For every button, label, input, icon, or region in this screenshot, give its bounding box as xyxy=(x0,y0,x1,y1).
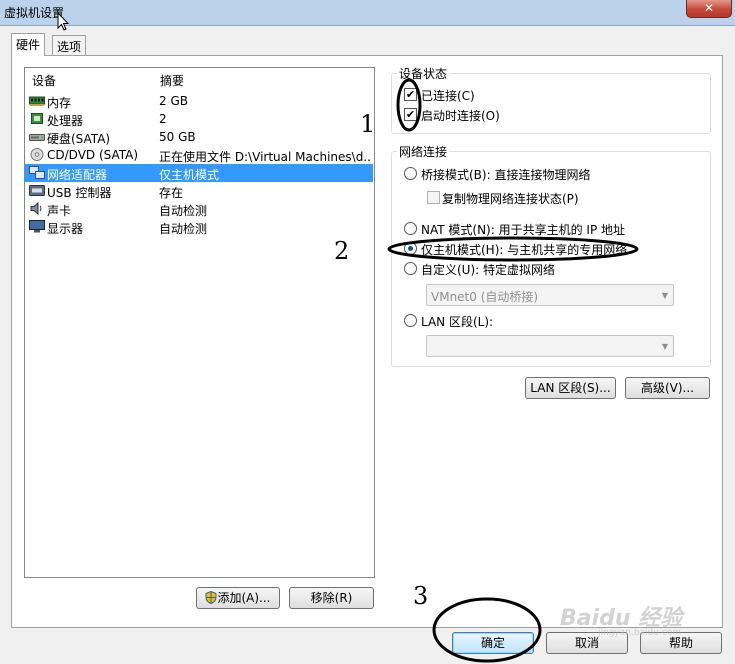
mouse-cursor-icon xyxy=(57,12,69,31)
network-adapter-icon xyxy=(29,166,45,179)
device-summary: 2 GB xyxy=(159,94,188,108)
lan-segment-label[interactable]: LAN 区段(L): xyxy=(421,313,493,330)
shield-icon xyxy=(205,590,217,605)
device-summary: 自动检测 xyxy=(159,204,208,218)
cd-dvd-icon xyxy=(30,148,44,161)
device-name: 硬盘(SATA) xyxy=(47,132,111,146)
device-summary: 自动检测 xyxy=(159,222,208,236)
lan-segment-select[interactable]: ▼ xyxy=(426,335,674,357)
device-name: 显示器 xyxy=(47,222,84,236)
device-status-legend: 设备状态 xyxy=(397,65,450,82)
custom-label[interactable]: 自定义(U): 特定虚拟网络 xyxy=(421,261,555,278)
bridged-radio[interactable] xyxy=(404,167,417,180)
device-row-memory[interactable]: 内存 2 GB xyxy=(25,92,373,110)
checkmark-icon: ✔ xyxy=(405,88,416,101)
device-name: 处理器 xyxy=(47,114,84,128)
lan-segment-radio[interactable] xyxy=(404,314,417,327)
device-name: 网络适配器 xyxy=(47,168,108,182)
custom-network-select[interactable]: VMnet0 (自动桥接) ▼ xyxy=(426,284,674,306)
device-summary: 正在使用文件 D:\Virtual Machines\d... xyxy=(159,150,371,164)
custom-radio[interactable] xyxy=(404,262,417,275)
column-header-summary[interactable]: 摘要 xyxy=(160,72,184,89)
device-name: USB 控制器 xyxy=(47,186,112,200)
device-name: 内存 xyxy=(47,96,72,110)
column-header-device[interactable]: 设备 xyxy=(32,72,56,89)
device-name: CD/DVD (SATA) xyxy=(47,148,139,162)
processor-icon xyxy=(31,113,43,124)
checkmark-icon: ✔ xyxy=(405,108,416,121)
device-summary: 存在 xyxy=(159,186,184,200)
device-row-sound-card[interactable]: 声卡 自动检测 xyxy=(25,200,373,218)
sound-card-icon xyxy=(30,202,42,215)
host-only-label[interactable]: 仅主机模式(H): 与主机共享的专用网络 xyxy=(421,241,627,258)
close-button[interactable]: ✕ xyxy=(686,0,732,18)
radio-selected-dot xyxy=(408,246,413,251)
nat-radio[interactable] xyxy=(404,222,417,235)
connect-at-power-on-checkbox[interactable]: ✔ xyxy=(404,108,417,121)
dropdown-arrow-icon: ▼ xyxy=(661,342,668,351)
connect-at-power-on-label[interactable]: 启动时连接(O) xyxy=(421,107,500,124)
annotation-number-2: 2 xyxy=(334,237,350,265)
device-row-harddisk[interactable]: 硬盘(SATA) 50 GB xyxy=(25,128,373,146)
device-summary: 50 GB xyxy=(159,130,196,144)
close-icon: ✕ xyxy=(703,1,715,15)
harddisk-icon xyxy=(29,134,45,141)
annotation-number-1: 1 xyxy=(360,110,376,138)
device-row-cd-dvd[interactable]: CD/DVD (SATA) 正在使用文件 D:\Virtual Machines… xyxy=(25,146,373,164)
annotation-number-3: 3 xyxy=(413,582,429,610)
nat-label[interactable]: NAT 模式(N): 用于共享主机的 IP 地址 xyxy=(421,221,625,238)
tab-hardware[interactable]: 硬件 xyxy=(11,33,46,56)
custom-network-value: VMnet0 (自动桥接) xyxy=(431,290,539,304)
window-title: 虚拟机设置 xyxy=(4,6,65,20)
connected-checkbox[interactable]: ✔ xyxy=(404,88,417,101)
device-name: 声卡 xyxy=(47,204,72,218)
display-icon xyxy=(29,220,45,233)
tab-options[interactable]: 选项 xyxy=(52,35,87,55)
add-button-label: 添加(A)... xyxy=(217,591,271,605)
lan-segments-button[interactable]: LAN 区段(S)... xyxy=(525,377,616,399)
dropdown-arrow-icon: ▼ xyxy=(661,291,668,300)
ok-button[interactable]: 确定 xyxy=(452,632,534,654)
device-summary: 仅主机模式 xyxy=(159,168,220,182)
device-summary: 2 xyxy=(159,112,167,126)
title-bar xyxy=(0,0,735,26)
connected-label[interactable]: 已连接(C) xyxy=(421,87,475,104)
memory-icon xyxy=(29,96,45,106)
remove-button[interactable]: 移除(R) xyxy=(289,587,374,609)
bridged-label[interactable]: 桥接模式(B): 直接连接物理网络 xyxy=(421,166,590,183)
device-row-usb[interactable]: USB 控制器 存在 xyxy=(25,182,373,200)
usb-icon xyxy=(29,185,45,196)
add-button[interactable]: 添加(A)... xyxy=(196,587,280,609)
replicate-state-label[interactable]: 复制物理网络连接状态(P) xyxy=(442,190,579,207)
advanced-button[interactable]: 高级(V)... xyxy=(625,377,710,399)
device-row-display[interactable]: 显示器 自动检测 xyxy=(25,218,373,236)
host-only-radio[interactable] xyxy=(404,242,417,255)
network-connection-legend: 网络连接 xyxy=(397,143,450,160)
device-row-processor[interactable]: 处理器 2 xyxy=(25,110,373,128)
replicate-state-checkbox[interactable] xyxy=(427,191,440,204)
device-row-network-adapter[interactable]: 网络适配器 仅主机模式 xyxy=(25,164,373,182)
baidu-watermark-url: jingyan.baidu.com xyxy=(598,628,682,638)
